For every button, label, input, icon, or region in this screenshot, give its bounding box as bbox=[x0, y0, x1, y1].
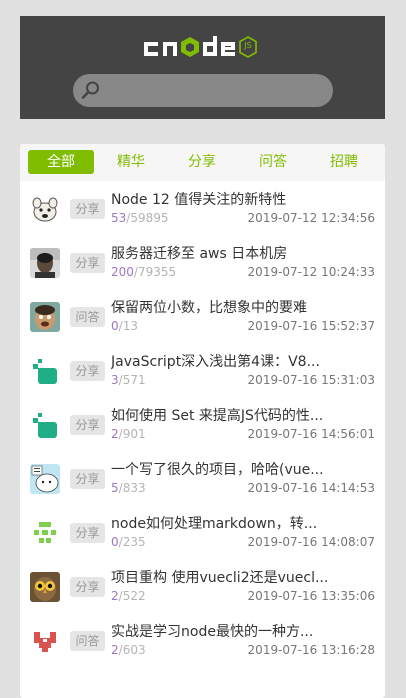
reply-view-count: 200/79355 bbox=[111, 265, 177, 279]
topic-title[interactable]: 实战是学习node最快的一种方... bbox=[111, 621, 371, 641]
topic-badge: 分享 bbox=[70, 361, 105, 381]
topic-time: 2019-07-16 13:16:28 bbox=[247, 643, 375, 657]
topic-time: 2019-07-16 13:35:06 bbox=[247, 589, 375, 603]
owl-avatar[interactable] bbox=[30, 572, 60, 602]
app-frame: JS 全部 精华 分享 问答 招聘 分享 Node 12 值得关注的新特性 53… bbox=[20, 16, 385, 698]
view-count: 13 bbox=[122, 319, 138, 333]
topic-title[interactable]: 服务器迁移至 aws 日本机房 bbox=[111, 243, 371, 263]
view-count: 522 bbox=[122, 589, 146, 603]
view-count: 833 bbox=[122, 481, 146, 495]
reply-view-count: 2/522 bbox=[111, 589, 146, 603]
topic-row[interactable]: 分享 项目重构 使用vuecli2还是vuecl... 2/522 2019-0… bbox=[20, 559, 385, 613]
topic-row[interactable]: 问答 实战是学习node最快的一种方... 2/603 2019-07-16 1… bbox=[20, 613, 385, 667]
topic-time: 2019-07-16 15:31:03 bbox=[247, 373, 375, 387]
comic-avatar[interactable] bbox=[30, 464, 60, 494]
view-count: 571 bbox=[122, 373, 146, 387]
topic-time: 2019-07-16 14:14:53 bbox=[247, 481, 375, 495]
topic-title[interactable]: Node 12 值得关注的新特性 bbox=[111, 189, 371, 209]
tab-good[interactable]: 精华 bbox=[98, 150, 164, 174]
topic-row[interactable]: 分享 一个写了很久的项目，哈哈(vue... 5/833 2019-07-16 … bbox=[20, 451, 385, 505]
red-pixel-avatar[interactable] bbox=[30, 626, 60, 656]
topic-title[interactable]: 保留两位小数，比想象中的要难 bbox=[111, 297, 371, 317]
topic-row[interactable]: 问答 保留两位小数，比想象中的要难 0/13 2019-07-16 15:52:… bbox=[20, 289, 385, 343]
tab-share[interactable]: 分享 bbox=[169, 150, 235, 174]
reply-view-count: 2/603 bbox=[111, 643, 146, 657]
topic-title[interactable]: JavaScript深入浅出第4课：V8... bbox=[111, 351, 371, 371]
reply-view-count: 0/235 bbox=[111, 535, 146, 549]
topic-time: 2019-07-12 12:34:56 bbox=[247, 211, 375, 225]
topic-badge: 分享 bbox=[70, 253, 105, 273]
face-avatar[interactable] bbox=[30, 302, 60, 332]
reply-view-count: 53/59895 bbox=[111, 211, 169, 225]
topic-time: 2019-07-16 15:52:37 bbox=[247, 319, 375, 333]
reply-count: 2 bbox=[111, 589, 119, 603]
search-icon bbox=[81, 80, 101, 100]
topic-badge: 分享 bbox=[70, 577, 105, 597]
view-count: 59895 bbox=[130, 211, 169, 225]
reply-count: 0 bbox=[111, 319, 119, 333]
topic-title[interactable]: 如何使用 Set 来提高JS代码的性... bbox=[111, 405, 371, 425]
topic-badge: 分享 bbox=[70, 199, 105, 219]
reply-count: 0 bbox=[111, 535, 119, 549]
search-bar[interactable] bbox=[73, 74, 333, 107]
reply-count: 3 bbox=[111, 373, 119, 387]
reply-view-count: 0/13 bbox=[111, 319, 138, 333]
topic-badge: 问答 bbox=[70, 631, 105, 651]
tab-all[interactable]: 全部 bbox=[28, 150, 94, 174]
topic-row[interactable]: 分享 JavaScript深入浅出第4课：V8... 3/571 2019-07… bbox=[20, 343, 385, 397]
topic-row[interactable]: 分享 node如何处理markdown，转... 0/235 2019-07-1… bbox=[20, 505, 385, 559]
logo-badge-text: JS bbox=[244, 41, 252, 50]
topic-time: 2019-07-12 10:24:33 bbox=[247, 265, 375, 279]
topic-time: 2019-07-16 14:08:07 bbox=[247, 535, 375, 549]
topic-title[interactable]: node如何处理markdown，转... bbox=[111, 513, 371, 533]
reply-count: 2 bbox=[111, 427, 119, 441]
reply-count: 2 bbox=[111, 643, 119, 657]
reply-count: 5 bbox=[111, 481, 119, 495]
cnode-logo[interactable]: JS bbox=[142, 33, 267, 61]
topic-panel: 全部 精华 分享 问答 招聘 分享 Node 12 值得关注的新特性 53/59… bbox=[20, 144, 385, 698]
teal-blob-avatar[interactable] bbox=[30, 410, 60, 440]
topic-row[interactable]: 分享 服务器迁移至 aws 日本机房 200/79355 2019-07-12 … bbox=[20, 235, 385, 289]
tab-ask[interactable]: 问答 bbox=[240, 150, 306, 174]
tab-job[interactable]: 招聘 bbox=[311, 150, 377, 174]
header: JS bbox=[20, 16, 385, 119]
topic-badge: 分享 bbox=[70, 415, 105, 435]
topic-time: 2019-07-16 14:56:01 bbox=[247, 427, 375, 441]
view-count: 79355 bbox=[137, 265, 177, 279]
tab-bar: 全部 精华 分享 问答 招聘 bbox=[20, 144, 385, 181]
topic-title[interactable]: 项目重构 使用vuecli2还是vuecl... bbox=[111, 567, 371, 587]
topic-row[interactable]: 分享 如何使用 Set 来提高JS代码的性... 2/901 2019-07-1… bbox=[20, 397, 385, 451]
cartoon-avatar[interactable] bbox=[30, 194, 60, 224]
reply-view-count: 2/901 bbox=[111, 427, 146, 441]
reply-view-count: 5/833 bbox=[111, 481, 146, 495]
reply-count: 200 bbox=[111, 265, 134, 279]
teal-blob-avatar[interactable] bbox=[30, 356, 60, 386]
reply-count: 53 bbox=[111, 211, 127, 225]
topic-row[interactable]: 分享 Node 12 值得关注的新特性 53/59895 2019-07-12 … bbox=[20, 181, 385, 235]
reply-view-count: 3/571 bbox=[111, 373, 146, 387]
search-input[interactable] bbox=[107, 78, 322, 103]
photo-avatar[interactable] bbox=[30, 248, 60, 278]
view-count: 901 bbox=[122, 427, 146, 441]
topic-badge: 分享 bbox=[70, 469, 105, 489]
topic-badge: 分享 bbox=[70, 523, 105, 543]
topic-title[interactable]: 一个写了很久的项目，哈哈(vue... bbox=[111, 459, 371, 479]
topic-badge: 问答 bbox=[70, 307, 105, 327]
green-pixel-avatar[interactable] bbox=[30, 518, 60, 548]
view-count: 603 bbox=[122, 643, 146, 657]
view-count: 235 bbox=[122, 535, 146, 549]
